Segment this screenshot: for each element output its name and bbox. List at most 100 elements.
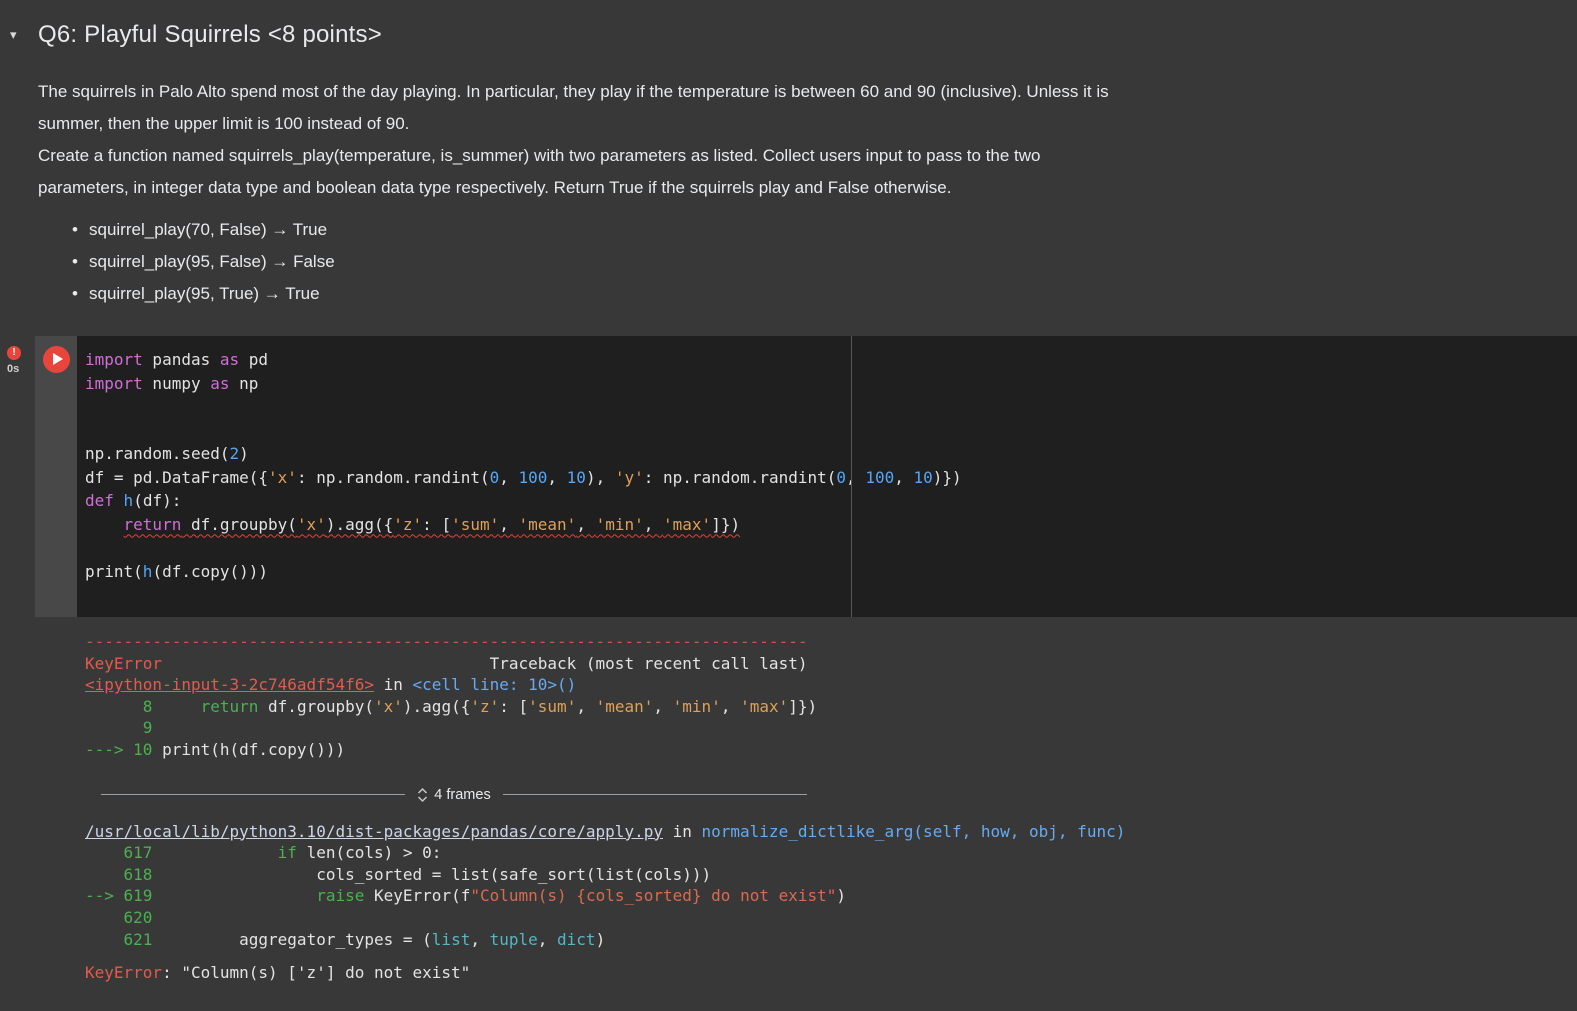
- code-token: 'z': [393, 514, 423, 534]
- code-token: (df):: [133, 491, 182, 510]
- code-line: np.random.seed(2): [85, 442, 1577, 466]
- code-line: import pandas as pd: [85, 348, 1577, 372]
- error-badge: !: [7, 346, 21, 360]
- code-token: 'sum': [528, 696, 577, 716]
- code-token: ]}): [711, 514, 741, 534]
- code-token: <cell line: 10>(): [412, 675, 577, 695]
- play-icon: [52, 353, 63, 365]
- code-token: in: [373, 675, 413, 695]
- code-token: print(h(df.copy())): [152, 739, 346, 759]
- code-token: Traceback (most recent call last): [162, 653, 808, 673]
- code-token: df.groupby(: [181, 514, 297, 534]
- traceback-link[interactable]: <ipython-input-3-2c746adf54f6>: [85, 675, 374, 694]
- frames-label: 4 frames: [434, 786, 491, 803]
- markdown-bullet-list: squirrel_play(70, False) → Truesquirrel_…: [38, 214, 1557, 310]
- markdown-line: The squirrels in Palo Alto spend most of…: [38, 82, 1109, 101]
- code-token: ]}): [788, 696, 818, 716]
- code-token: df.groupby(: [258, 696, 374, 716]
- code-token: if: [277, 843, 297, 863]
- traceback-line: ----------------------------------------…: [85, 631, 1577, 653]
- code-token: 'sum': [451, 514, 500, 534]
- code-token: 2: [229, 444, 240, 463]
- traceback-link[interactable]: /usr/local/lib/python3.10/dist-packages/…: [85, 822, 663, 841]
- code-token: KeyError: [85, 963, 163, 983]
- code-cell: ! 0s import pandas as pd import numpy as …: [0, 336, 1577, 617]
- code-token: ,: [576, 514, 596, 534]
- code-token: 9: [85, 718, 153, 738]
- bullet-item: squirrel_play(95, True) → True: [72, 278, 1557, 310]
- code-token: )}): [932, 467, 962, 487]
- code-token: ,: [894, 467, 914, 487]
- traceback-line: 621 aggregator_types = (list, tuple, dic…: [85, 929, 1577, 951]
- code-token: tuple: [489, 929, 538, 949]
- code-token: np: [229, 373, 259, 393]
- bullet-item: squirrel_play(70, False) → True: [72, 214, 1557, 246]
- code-token: ): [595, 929, 606, 949]
- cell-gutter: [35, 336, 77, 617]
- code-token: 618: [85, 864, 153, 884]
- code-token: 'mean': [595, 696, 654, 716]
- markdown-line: summer, then the upper limit is 100 inst…: [38, 114, 410, 133]
- code-token: 'min': [595, 514, 644, 534]
- code-token: 'mean': [518, 514, 577, 534]
- code-token: ,: [470, 929, 490, 949]
- traceback-line: 620: [85, 907, 1577, 929]
- code-token: pandas: [142, 350, 220, 369]
- code-token: print(: [85, 561, 143, 581]
- traceback-line: KeyError: "Column(s) ['z'] do not exist": [85, 962, 1577, 984]
- markdown-paragraphs: The squirrels in Palo Alto spend most of…: [38, 76, 1557, 204]
- code-token: 'y': [614, 467, 644, 487]
- code-token: --> 619: [85, 886, 153, 906]
- bullet-item: squirrel_play(95, False) → False: [72, 246, 1557, 278]
- traceback-line: /usr/local/lib/python3.10/dist-packages/…: [85, 821, 1577, 843]
- execution-time: 0s: [7, 363, 20, 375]
- code-token: ),: [585, 467, 615, 487]
- code-token: : [: [499, 696, 529, 716]
- code-token: def: [85, 491, 114, 510]
- column-ruler: [851, 336, 852, 617]
- divider-line: [101, 794, 406, 796]
- code-token: 10: [566, 467, 586, 487]
- code-token: 'max': [740, 696, 789, 716]
- code-token: 'x': [374, 696, 403, 716]
- code-token: cols_sorted = list(safe_sort(list(cols))…: [152, 864, 712, 884]
- code-token: list: [431, 929, 471, 949]
- code-token: ,: [576, 696, 596, 716]
- code-token: "Column(s) {cols_sorted} do not exist": [470, 886, 837, 906]
- code-line: return df.groupby('x').agg({'z': ['sum',…: [85, 513, 1577, 537]
- code-token: pd: [239, 350, 269, 369]
- code-token: h: [142, 561, 153, 581]
- code-line: print(h(df.copy())): [85, 560, 1577, 584]
- traceback-line: --> 619 raise KeyError(f"Column(s) {cols…: [85, 885, 1577, 907]
- code-token: ---> 10: [85, 739, 153, 759]
- code-token: ,: [846, 467, 866, 487]
- code-editor[interactable]: import pandas as pd import numpy as np np.…: [77, 336, 1577, 617]
- frames-toggle[interactable]: 4 frames: [417, 786, 491, 803]
- code-token: 617: [85, 843, 153, 863]
- code-line: df = pd.DataFrame({'x': np.random.randin…: [85, 466, 1577, 490]
- code-token: 'min': [672, 696, 721, 716]
- code-token: (df.copy())): [152, 561, 269, 581]
- code-token: 0: [489, 467, 500, 487]
- code-token: ,: [499, 467, 519, 487]
- code-token: : np.random.randint(: [643, 467, 837, 487]
- code-token: dict: [557, 929, 596, 949]
- code-token: 'x': [268, 467, 297, 487]
- code-token: in: [662, 821, 702, 841]
- code-token: ,: [643, 514, 664, 534]
- divider-line: [502, 794, 808, 796]
- code-token: 0: [836, 467, 847, 487]
- code-token: 621: [85, 929, 153, 949]
- code-token: 'max': [663, 514, 712, 534]
- code-token: ).agg({: [325, 514, 394, 534]
- run-button[interactable]: [42, 346, 70, 373]
- traceback-line: 617 if len(cols) > 0:: [85, 842, 1577, 864]
- collapse-arrow-icon[interactable]: ▾: [10, 27, 38, 43]
- code-token: 100: [518, 467, 548, 487]
